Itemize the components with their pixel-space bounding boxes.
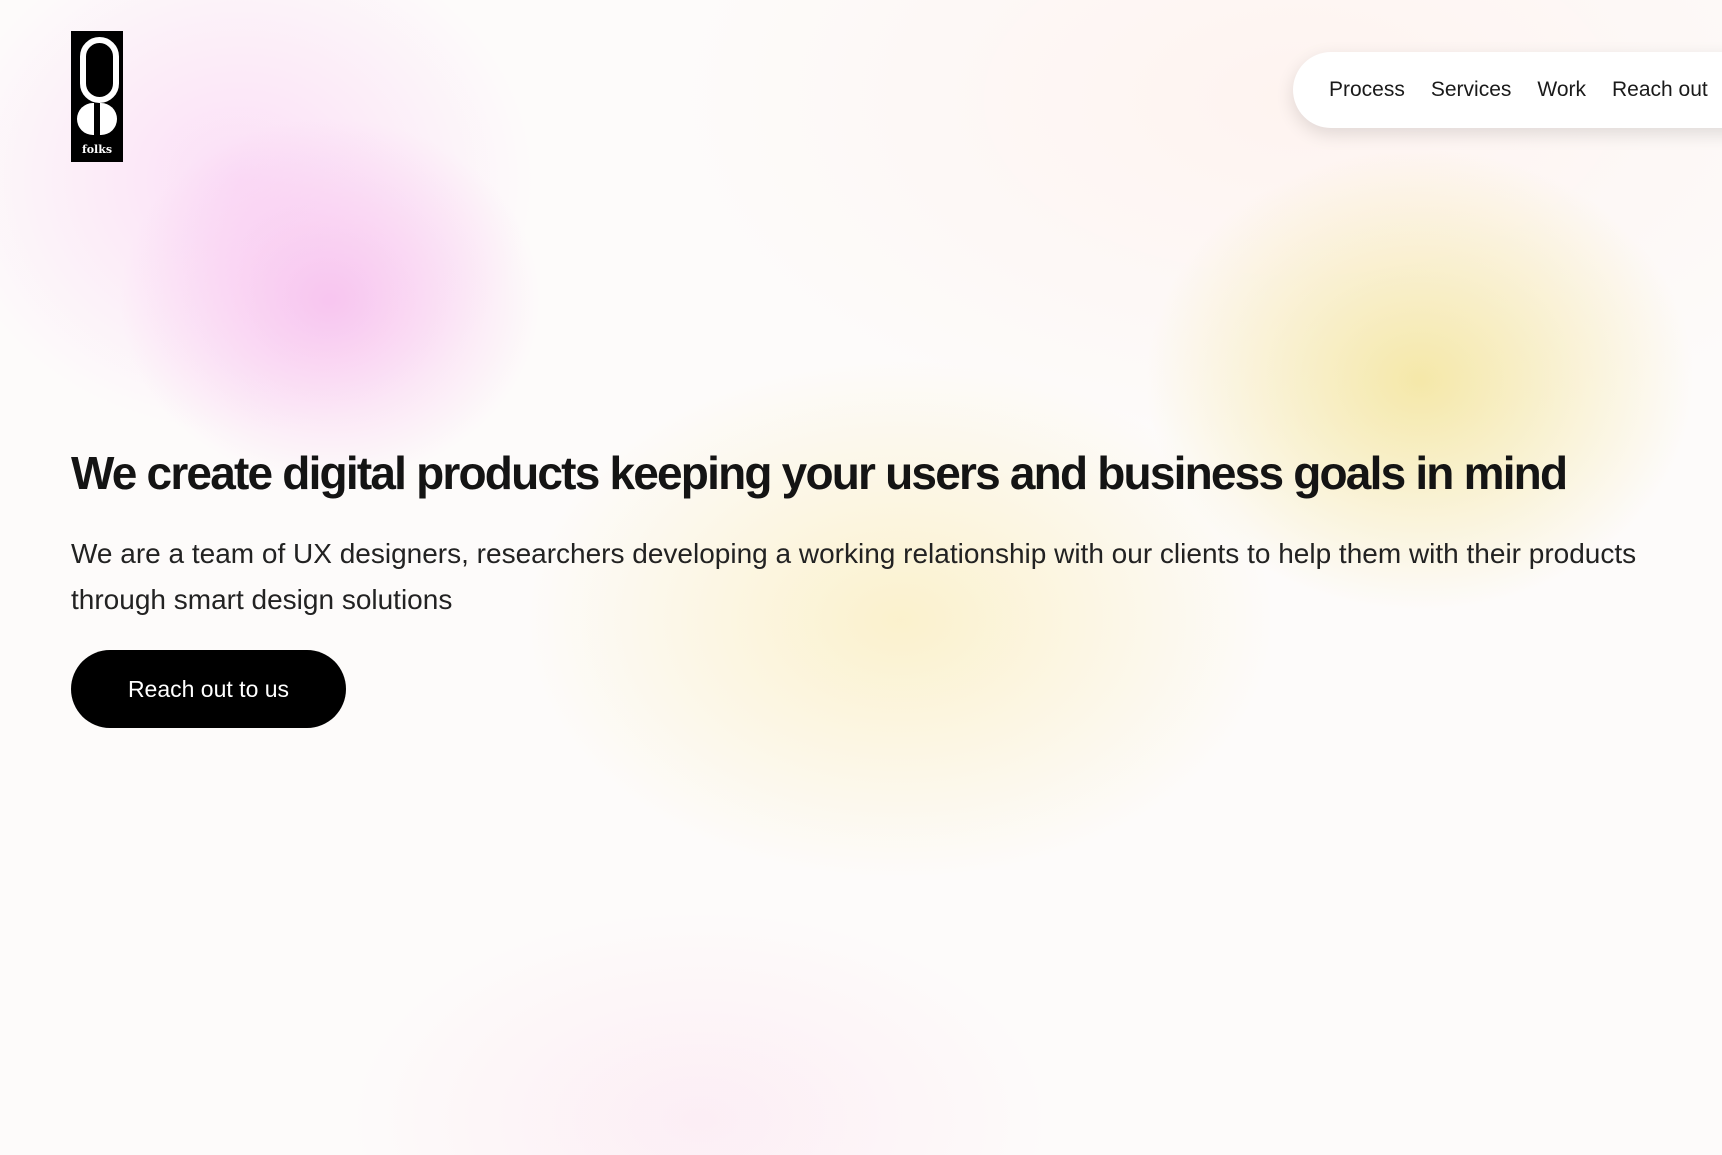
- hero-headline: We create digital products keeping your …: [71, 447, 1568, 499]
- logo-half-circle-left-icon: [77, 103, 94, 135]
- top-navigation: Process Services Work Reach out: [1293, 52, 1722, 128]
- logo-half-circle-right-icon: [100, 103, 117, 135]
- hero-description: We are a team of UX designers, researche…: [71, 538, 1637, 615]
- folks-logo[interactable]: folks: [71, 31, 123, 162]
- nav-item-services[interactable]: Services: [1431, 78, 1512, 102]
- reach-out-button[interactable]: Reach out to us: [71, 650, 346, 728]
- logo-text: folks: [81, 143, 113, 156]
- nav-item-reach-out[interactable]: Reach out: [1612, 78, 1708, 102]
- nav-item-process[interactable]: Process: [1329, 78, 1405, 102]
- logo-ring-icon: [80, 37, 119, 103]
- nav-item-work[interactable]: Work: [1537, 78, 1586, 102]
